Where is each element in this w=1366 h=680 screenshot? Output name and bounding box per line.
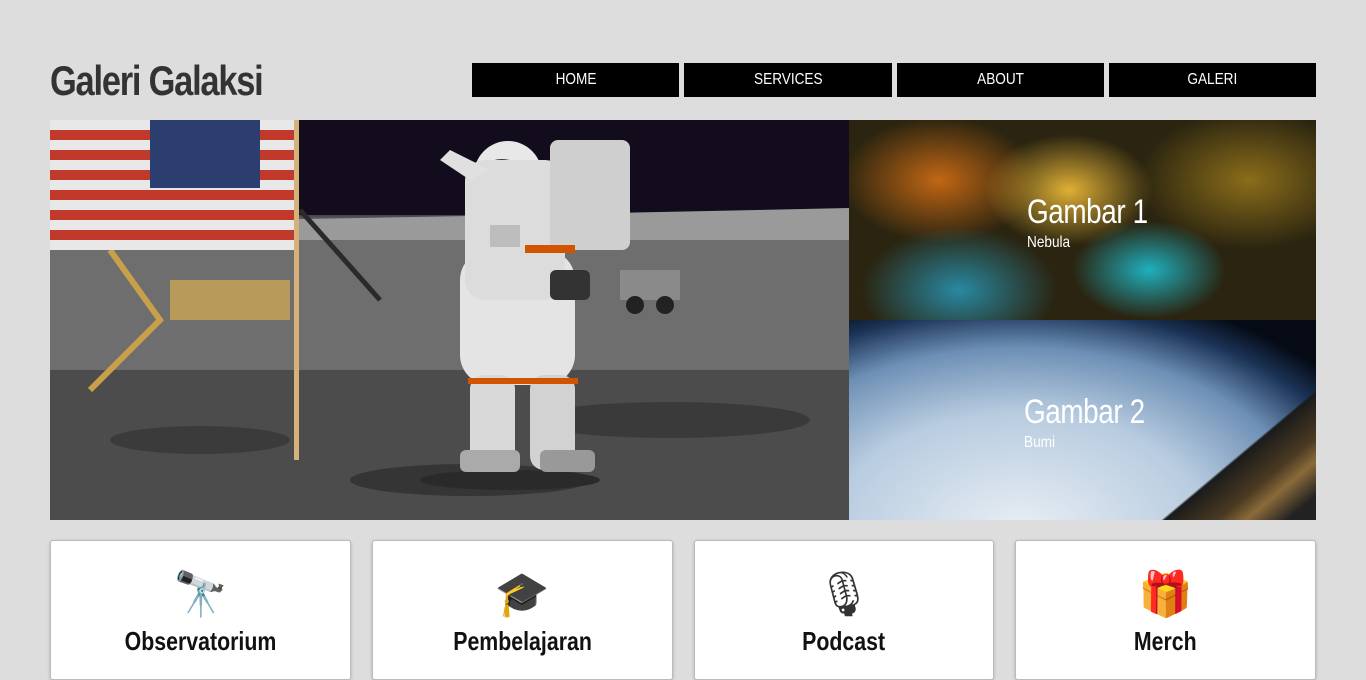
gallery-caption-2: Gambar 2 Bumi xyxy=(1024,392,1171,454)
site-logo[interactable]: Galeri Galaksi xyxy=(50,55,264,107)
gallery-item-2[interactable]: Gambar 2 Bumi xyxy=(849,320,1316,520)
gallery-subtitle-2: Bumi xyxy=(1024,434,1055,451)
gallery-title-2: Gambar 2 xyxy=(1024,393,1145,431)
card-merch[interactable]: 🎁 Merch xyxy=(1015,540,1316,680)
card-title: Podcast xyxy=(802,626,886,656)
site-header: Galeri Galaksi HOME SERVICES ABOUT GALER… xyxy=(50,55,1316,107)
nav-galeri[interactable]: GALERI xyxy=(1108,63,1316,97)
card-observatorium[interactable]: 🔭 Observatorium xyxy=(50,540,351,680)
telescope-icon: 🔭 xyxy=(172,569,228,620)
gift-icon: 🎁 xyxy=(1138,569,1194,620)
moon-landing-illustration xyxy=(50,120,849,520)
gallery-caption-1: Gambar 1 Nebula xyxy=(1027,192,1174,254)
gallery-item-1[interactable]: Gambar 1 Nebula xyxy=(849,120,1316,320)
microphone-icon: 🎙 xyxy=(815,569,872,620)
card-podcast[interactable]: 🎙 Podcast xyxy=(693,540,995,680)
gallery-title-1: Gambar 1 xyxy=(1027,193,1148,231)
card-title: Merch xyxy=(1134,626,1198,656)
nav-home[interactable]: HOME xyxy=(472,63,680,97)
nav-galeri-label: GALERI xyxy=(1187,71,1238,88)
hero-main-image[interactable] xyxy=(50,120,849,520)
card-title: Observatorium xyxy=(124,626,277,656)
nav-services[interactable]: SERVICES xyxy=(684,63,892,97)
hero-gallery: Gambar 1 Nebula Gambar 2 Bumi xyxy=(50,120,1316,520)
gallery-subtitle-1: Nebula xyxy=(1027,234,1071,251)
card-title: Pembelajaran xyxy=(452,626,592,656)
nav-services-label: SERVICES xyxy=(753,71,823,88)
main-nav: HOME SERVICES ABOUT GALERI xyxy=(472,63,1316,97)
nav-about[interactable]: ABOUT xyxy=(896,63,1104,97)
card-pembelajaran[interactable]: 🎓 Pembelajaran xyxy=(371,540,673,680)
graduation-cap-icon: 🎓 xyxy=(494,569,550,620)
nav-home-label: HOME xyxy=(555,71,597,88)
service-cards: 🔭 Observatorium 🎓 Pembelajaran 🎙 Podcast… xyxy=(50,540,1316,680)
nav-about-label: ABOUT xyxy=(976,71,1024,88)
